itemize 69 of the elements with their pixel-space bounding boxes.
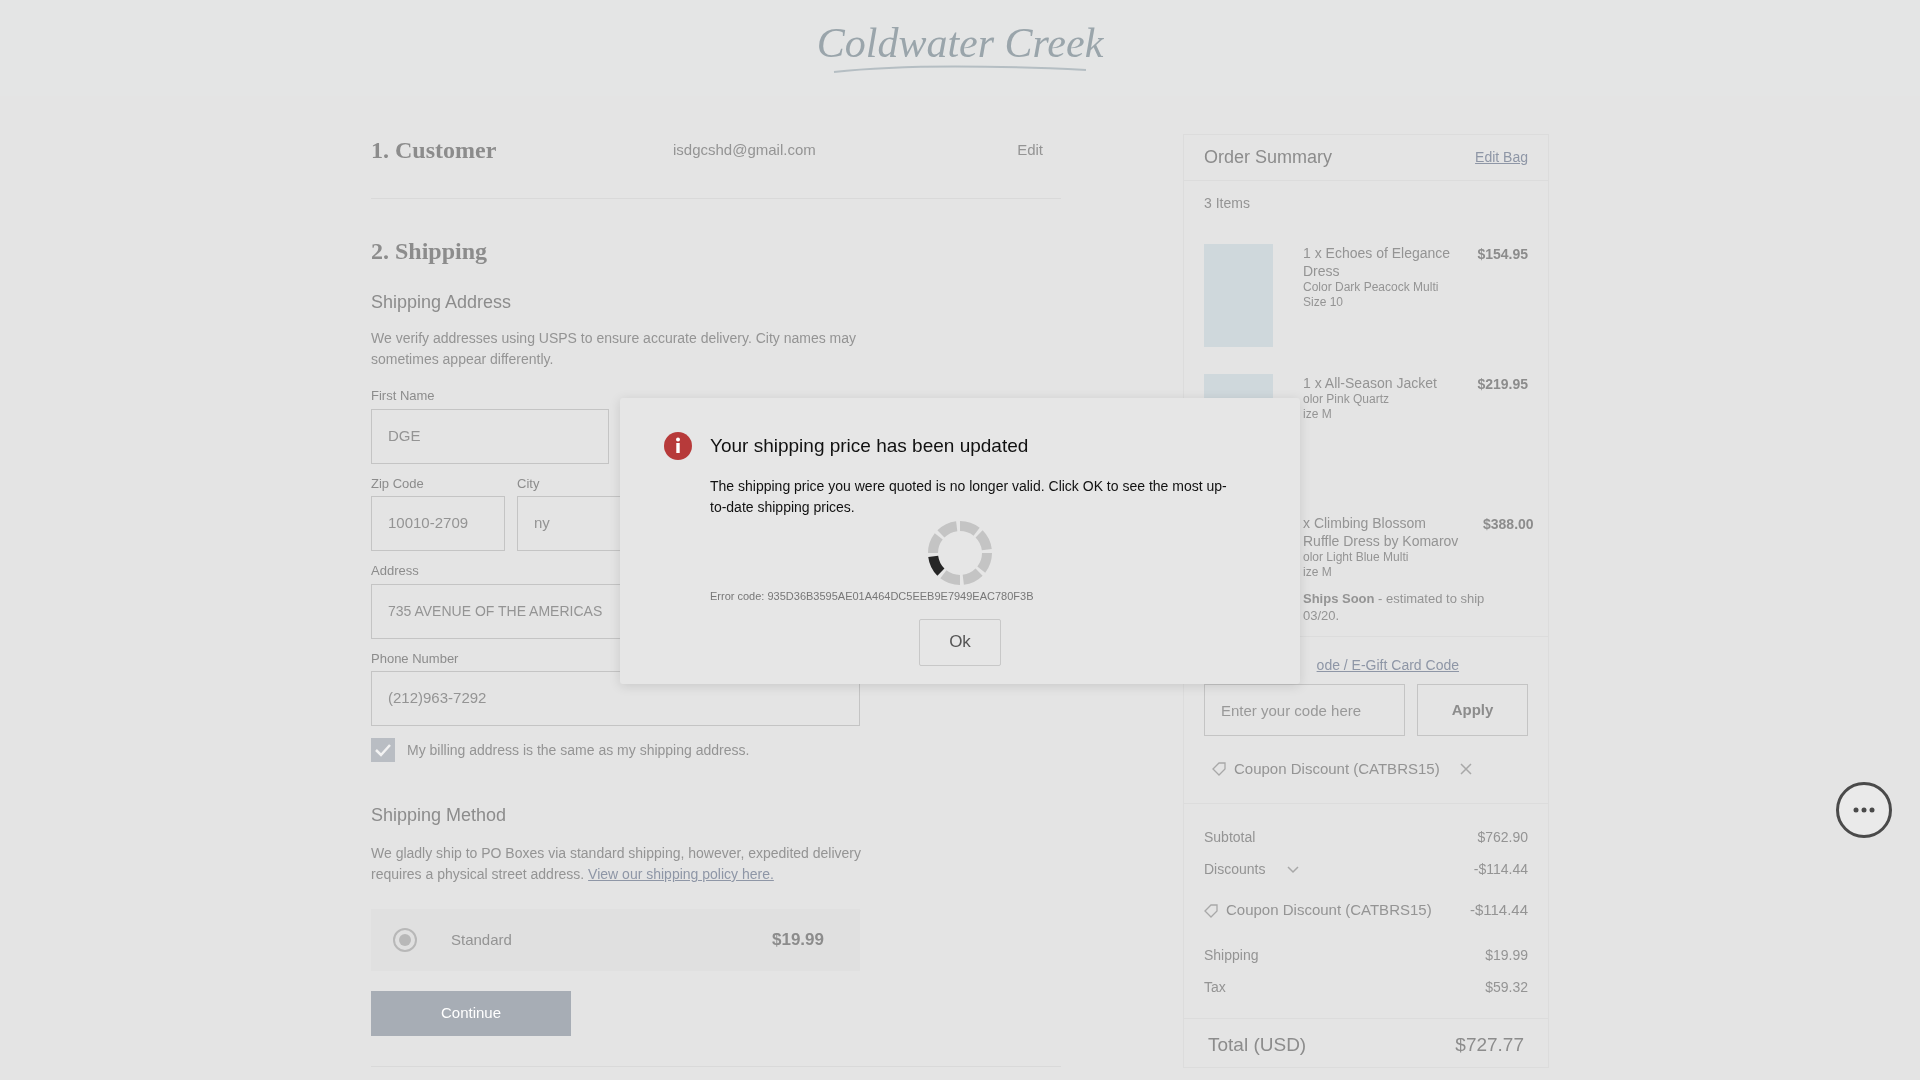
item-size: ize M — [1303, 565, 1333, 580]
promo-code-field[interactable]: Enter your code here — [1204, 684, 1405, 736]
summary-label: Tax — [1204, 978, 1226, 997]
field-label: First Name — [371, 387, 436, 405]
item-name: x Climbing Blossom Ruffle Dress by Komarov — [1303, 514, 1460, 550]
item-color: olor Pink Quartz — [1303, 392, 1391, 407]
summary-value: -$114.44 — [1469, 900, 1528, 921]
summary-value: -$114.44 — [1473, 860, 1528, 879]
tag-icon — [1204, 903, 1218, 918]
option-label: Standard — [451, 929, 513, 950]
summary-label: Subtotal — [1204, 828, 1256, 847]
item-price: $388.00 — [1483, 515, 1534, 534]
shipping-note: We gladly ship to PO Boxes via standard shipping, however, expedited delivery requires a physical street address. View our shipping policy here. — [371, 844, 863, 884]
dialog-title: Your shipping price has been updated — [710, 434, 1030, 458]
radio-button[interactable] — [393, 928, 417, 952]
item-size: Size 10 — [1303, 295, 1345, 310]
continue-button[interactable]: Continue — [371, 991, 571, 1036]
section-heading: Shipping Method — [371, 804, 508, 827]
chevron-down-icon[interactable] — [1287, 865, 1300, 874]
apply-button[interactable]: Apply — [1417, 684, 1528, 736]
summary-label: Coupon Discount (CATBRS15) — [1226, 900, 1432, 921]
shipping-option[interactable]: Standard $19.99 — [371, 909, 860, 971]
close-icon[interactable] — [1459, 763, 1472, 776]
edit-bag-link[interactable]: Edit Bag — [1475, 147, 1528, 168]
item-count: 3 Items — [1203, 194, 1251, 213]
item-price: $154.95 — [1477, 245, 1528, 264]
option-price: $19.99 — [772, 929, 824, 952]
item-name: 1 x Echoes of Elegance Dress — [1303, 244, 1452, 280]
field-label: Zip Code — [371, 474, 425, 493]
promo-code-link[interactable]: ode / E-Gift Card Code — [1316, 655, 1459, 676]
policy-link[interactable]: View our shipping policy here. — [588, 866, 774, 882]
item-color: Color Dark Peacock Multi — [1303, 280, 1440, 295]
summary-label[interactable]: Discounts — [1204, 859, 1266, 880]
total-value: $727.77 — [1455, 1032, 1524, 1057]
chat-bubble-icon — [1852, 807, 1876, 813]
check-icon — [375, 743, 391, 757]
checkbox-label: My billing address is the same as my shipping address. — [407, 740, 750, 760]
section-title: 2. Shipping — [371, 237, 489, 266]
total-label: Total (USD) — [1208, 1032, 1307, 1057]
summary-label: Shipping — [1204, 946, 1259, 965]
applied-coupon: Coupon Discount (CATBRS15) — [1234, 759, 1440, 779]
field-label: Address — [371, 562, 420, 580]
checkbox[interactable] — [371, 738, 395, 762]
logo[interactable]: Coldwater Creek — [816, 22, 1104, 64]
section-heading: Shipping Address — [371, 291, 513, 314]
item-name: 1 x All-Season Jacket — [1303, 374, 1438, 392]
section-title: 1. Customer — [371, 136, 498, 165]
address-note: We verify addresses using USPS to ensure accurate delivery. City names may sometimes appear differently. — [371, 329, 858, 369]
summary-value: $59.32 — [1485, 978, 1528, 997]
loading-spinner — [928, 521, 992, 585]
dialog-message: The shipping price you were quoted is no longer valid. Click OK to see the most up-to-date shipping prices. — [710, 477, 1228, 517]
item-size: ize M — [1303, 407, 1333, 422]
edit-link[interactable]: Edit — [1017, 138, 1043, 162]
field-label: Phone Number — [371, 649, 460, 668]
chat-button[interactable] — [1836, 782, 1892, 838]
ships-note: Ships Soon - estimated to ship 03/20. — [1303, 590, 1486, 624]
summary-value: $19.99 — [1485, 946, 1528, 965]
field-label: City — [517, 474, 541, 493]
item-color: olor Light Blue Multi — [1303, 550, 1410, 565]
text-field[interactable]: DGE — [371, 408, 609, 464]
wave-icon — [832, 64, 1088, 74]
customer-email: isdgcshd@gmail.com — [673, 139, 817, 160]
summary-value: $762.90 — [1477, 828, 1528, 847]
info-icon — [664, 432, 692, 460]
text-field[interactable]: 10010-2709 — [371, 496, 505, 551]
ok-button[interactable]: Ok — [919, 618, 1001, 666]
item-price: $219.95 — [1477, 375, 1528, 394]
tag-icon — [1212, 762, 1226, 777]
panel-title: Order Summary — [1204, 146, 1333, 169]
